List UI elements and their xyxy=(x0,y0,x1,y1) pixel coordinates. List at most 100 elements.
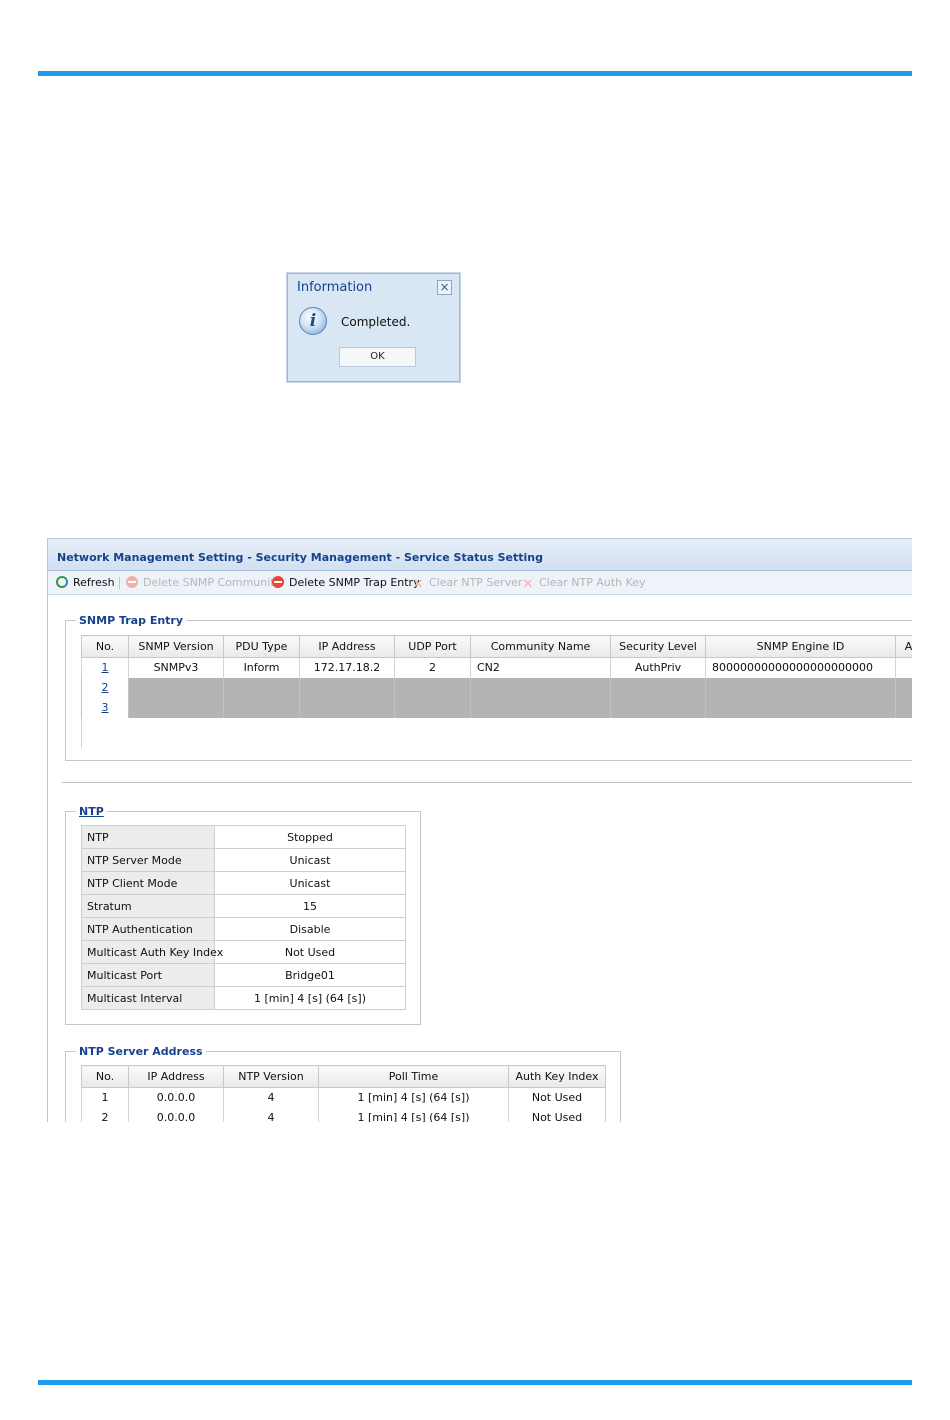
clear-ntp-server-button[interactable]: ✕ Clear NTP Server xyxy=(412,576,523,592)
ntp-row: Multicast Port Bridge01 xyxy=(81,963,406,987)
snmp-trap-entry-legend: SNMP Trap Entry xyxy=(79,614,184,627)
refresh-icon xyxy=(56,576,68,588)
table-row[interactable]: 3 xyxy=(81,697,912,718)
ntp-row: NTP Server Mode Unicast xyxy=(81,848,406,872)
column-header[interactable]: IP Address xyxy=(128,1065,224,1088)
ntp-value: 1 [min] 4 [s] (64 [s]) xyxy=(214,986,406,1010)
clear-ntp-auth-key-button[interactable]: ✕ Clear NTP Auth Key xyxy=(522,576,646,591)
row-number-link[interactable]: 2 xyxy=(102,681,109,694)
ntp-row: Stratum 15 xyxy=(81,894,406,918)
column-header[interactable]: A xyxy=(895,635,912,658)
column-header[interactable]: NTP Version xyxy=(223,1065,319,1088)
table-row-blank xyxy=(81,717,912,748)
table-cell xyxy=(705,697,896,718)
table-cell: 172.17.18.2 xyxy=(299,657,395,678)
table-cell: 4 xyxy=(223,1107,319,1122)
row-number-link[interactable]: 3 xyxy=(102,701,109,714)
table-cell xyxy=(299,697,395,718)
table-cell: Not Used xyxy=(508,1087,606,1108)
column-header[interactable]: No. xyxy=(81,635,129,658)
table-cell: CN2 xyxy=(470,657,611,678)
table-cell: Inform xyxy=(223,657,300,678)
delete-snmp-trap-entry-button[interactable]: Delete SNMP Trap Entry xyxy=(272,576,420,589)
ntp-value: Disable xyxy=(214,917,406,941)
ntp-value: Unicast xyxy=(214,871,406,895)
table-cell: 1 [min] 4 [s] (64 [s]) xyxy=(318,1107,509,1122)
table-cell: 0.0.0.0 xyxy=(128,1087,224,1108)
table-cell xyxy=(223,677,300,698)
panel-title: Network Management Setting - Security Ma… xyxy=(57,551,543,564)
table-cell: 4 xyxy=(223,1087,319,1108)
delete-snmp-community-button[interactable]: Delete SNMP Community xyxy=(126,576,281,589)
table-header-row: No. SNMP Version PDU Type IP Address UDP… xyxy=(81,635,912,658)
toolbar: Refresh Delete SNMP Community Delete SNM… xyxy=(48,571,912,595)
table-cell: SNMPv3 xyxy=(128,657,224,678)
table-cell xyxy=(705,677,896,698)
clear-ntp-server-label: Clear NTP Server xyxy=(429,576,523,589)
ntp-key: Multicast Interval xyxy=(81,986,215,1010)
panel-header: Network Management Setting - Security Ma… xyxy=(48,539,912,571)
top-rule xyxy=(38,71,912,76)
table-cell xyxy=(299,677,395,698)
bottom-rule xyxy=(38,1380,912,1385)
table-cell xyxy=(610,697,706,718)
table-cell: 2 xyxy=(394,657,471,678)
table-header-row: No. IP Address NTP Version Poll Time Aut… xyxy=(81,1065,606,1088)
close-icon[interactable]: × xyxy=(437,280,452,295)
table-cell: 0.0.0.0 xyxy=(128,1107,224,1122)
snmp-trap-table: No. SNMP Version PDU Type IP Address UDP… xyxy=(81,635,912,748)
column-header[interactable]: SNMP Engine ID xyxy=(705,635,896,658)
table-cell: AuthPriv xyxy=(610,657,706,678)
column-header[interactable]: Auth Key Index xyxy=(508,1065,606,1088)
column-header[interactable]: IP Address xyxy=(299,635,395,658)
ntp-value: 15 xyxy=(214,894,406,918)
column-header[interactable]: SNMP Version xyxy=(128,635,224,658)
ntp-key: NTP Server Mode xyxy=(81,848,215,872)
refresh-button[interactable]: Refresh xyxy=(56,576,115,589)
ntp-value: Unicast xyxy=(214,848,406,872)
column-header[interactable]: PDU Type xyxy=(223,635,300,658)
info-icon: i xyxy=(299,307,327,335)
row-number-link[interactable]: 1 xyxy=(102,661,109,674)
ntp-key: NTP Authentication xyxy=(81,917,215,941)
table-row[interactable]: 1 0.0.0.0 4 1 [min] 4 [s] (64 [s]) Not U… xyxy=(81,1087,606,1108)
delete-icon xyxy=(272,576,284,588)
section-divider xyxy=(62,782,912,783)
column-header[interactable]: No. xyxy=(81,1065,129,1088)
table-cell: 1 xyxy=(81,1087,129,1108)
table-cell xyxy=(470,677,611,698)
ntp-row: NTP Authentication Disable xyxy=(81,917,406,941)
column-header[interactable]: Security Level xyxy=(610,635,706,658)
delete-snmp-community-label: Delete SNMP Community xyxy=(143,576,282,589)
table-row[interactable]: 2 xyxy=(81,677,912,698)
table-cell xyxy=(128,697,224,718)
table-cell xyxy=(610,677,706,698)
table-cell xyxy=(223,697,300,718)
ntp-legend[interactable]: NTP xyxy=(76,805,107,818)
table-cell: 1 [min] 4 [s] (64 [s]) xyxy=(318,1087,509,1108)
ok-button[interactable]: OK xyxy=(339,347,416,367)
ntp-value: Bridge01 xyxy=(214,963,406,987)
table-cell: Not Used xyxy=(508,1107,606,1122)
table-row[interactable]: 1 SNMPv3 Inform 172.17.18.2 2 CN2 AuthPr… xyxy=(81,657,912,678)
column-header[interactable]: Poll Time xyxy=(318,1065,509,1088)
ntp-server-table: No. IP Address NTP Version Poll Time Aut… xyxy=(81,1065,606,1122)
table-row[interactable]: 2 0.0.0.0 4 1 [min] 4 [s] (64 [s]) Not U… xyxy=(81,1107,606,1122)
column-header[interactable]: UDP Port xyxy=(394,635,471,658)
ntp-key: NTP xyxy=(81,825,215,849)
table-cell xyxy=(895,677,912,698)
dialog-title: Information xyxy=(297,280,373,295)
ntp-key: Multicast Port xyxy=(81,963,215,987)
clear-icon: ✕ xyxy=(522,577,534,592)
ntp-key: Multicast Auth Key Index xyxy=(81,940,223,964)
table-cell: 2 xyxy=(81,1107,129,1122)
column-header[interactable]: Community Name xyxy=(470,635,611,658)
ntp-row: Multicast Interval 1 [min] 4 [s] (64 [s]) xyxy=(81,986,406,1010)
table-cell xyxy=(394,677,471,698)
toolbar-separator xyxy=(119,577,120,589)
clear-ntp-auth-key-label: Clear NTP Auth Key xyxy=(539,576,646,589)
service-status-panel: Network Management Setting - Security Ma… xyxy=(47,538,912,1122)
ntp-value: Stopped xyxy=(214,825,406,849)
clear-icon: ✕ xyxy=(412,577,424,592)
table-cell xyxy=(394,697,471,718)
